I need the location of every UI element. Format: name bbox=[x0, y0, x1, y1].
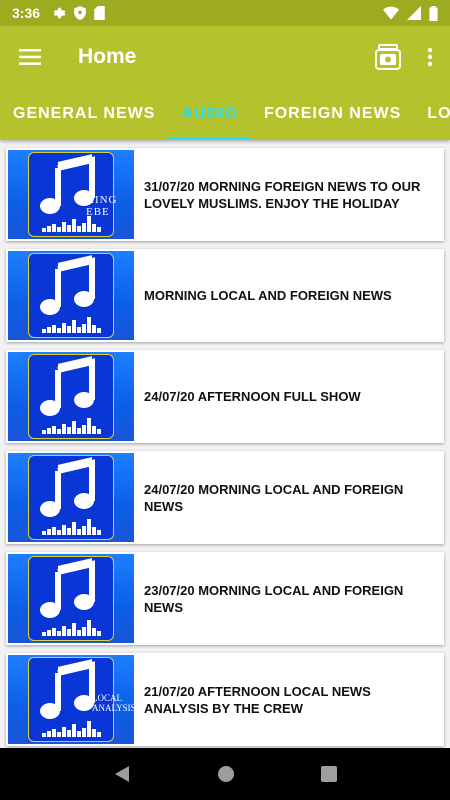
thumbnail-caption: LOCAL ANALYSIS bbox=[92, 693, 134, 713]
shield-icon bbox=[74, 6, 86, 20]
audio-thumbnail bbox=[8, 453, 134, 542]
menu-icon bbox=[19, 49, 41, 65]
list-item[interactable]: 23/07/20 MORNING LOCAL AND FOREIGN NEWS bbox=[6, 552, 444, 645]
tab-bar: GENERAL NEWS AUDIO FOREIGN NEWS LOCAL bbox=[0, 88, 450, 140]
menu-button[interactable] bbox=[0, 26, 60, 88]
radio-icon bbox=[375, 44, 401, 70]
music-note-icon bbox=[40, 457, 101, 535]
tab-general-news[interactable]: GENERAL NEWS bbox=[0, 88, 168, 140]
audio-thumbnail bbox=[8, 352, 134, 441]
audio-thumbnail: KING EBE bbox=[8, 150, 134, 239]
thumbnail-caption: KING EBE bbox=[86, 194, 118, 218]
music-note-icon bbox=[40, 356, 101, 434]
music-note-icon bbox=[40, 255, 101, 333]
audio-thumbnail: LOCAL ANALYSIS bbox=[8, 655, 134, 744]
music-note-icon bbox=[40, 558, 101, 636]
radio-button[interactable] bbox=[366, 35, 410, 79]
item-title: 31/07/20 MORNING FOREIGN NEWS TO OUR LOV… bbox=[144, 178, 421, 211]
item-title: 21/07/20 AFTERNOON LOCAL NEWS ANALYSIS B… bbox=[144, 683, 371, 716]
sd-card-icon bbox=[94, 6, 105, 20]
item-title: MORNING LOCAL AND FOREIGN NEWS bbox=[144, 288, 392, 303]
back-icon[interactable] bbox=[113, 765, 131, 783]
more-vert-icon bbox=[427, 47, 433, 67]
list-item[interactable]: KING EBE 31/07/20 MORNING FOREIGN NEWS T… bbox=[6, 148, 444, 241]
system-nav-bar bbox=[0, 748, 450, 800]
list-item[interactable]: MORNING LOCAL AND FOREIGN NEWS bbox=[6, 249, 444, 342]
tab-local[interactable]: LOCAL bbox=[414, 88, 450, 140]
wifi-icon bbox=[383, 6, 399, 20]
settings-icon bbox=[53, 7, 66, 19]
item-title: 23/07/20 MORNING LOCAL AND FOREIGN NEWS bbox=[144, 582, 404, 615]
app-title: Home bbox=[78, 45, 137, 68]
list-item[interactable]: LOCAL ANALYSIS 21/07/20 AFTERNOON LOCAL … bbox=[6, 653, 444, 746]
battery-icon bbox=[429, 5, 438, 21]
audio-list: KING EBE 31/07/20 MORNING FOREIGN NEWS T… bbox=[6, 148, 444, 754]
app-bar: Home bbox=[0, 26, 450, 88]
list-item[interactable]: 24/07/20 MORNING LOCAL AND FOREIGN NEWS bbox=[6, 451, 444, 544]
audio-thumbnail bbox=[8, 554, 134, 643]
audio-thumbnail bbox=[8, 251, 134, 340]
home-icon[interactable] bbox=[217, 765, 235, 783]
more-options-button[interactable] bbox=[410, 35, 450, 79]
recents-icon[interactable] bbox=[321, 766, 337, 782]
tab-audio[interactable]: AUDIO bbox=[168, 88, 251, 140]
status-bar: 3:36 bbox=[0, 0, 450, 26]
status-time: 3:36 bbox=[12, 5, 41, 21]
item-title: 24/07/20 AFTERNOON FULL SHOW bbox=[144, 389, 361, 404]
signal-icon bbox=[407, 6, 421, 20]
tab-foreign-news[interactable]: FOREIGN NEWS bbox=[251, 88, 414, 140]
item-title: 24/07/20 MORNING LOCAL AND FOREIGN NEWS bbox=[144, 481, 404, 514]
list-item[interactable]: 24/07/20 AFTERNOON FULL SHOW bbox=[6, 350, 444, 443]
